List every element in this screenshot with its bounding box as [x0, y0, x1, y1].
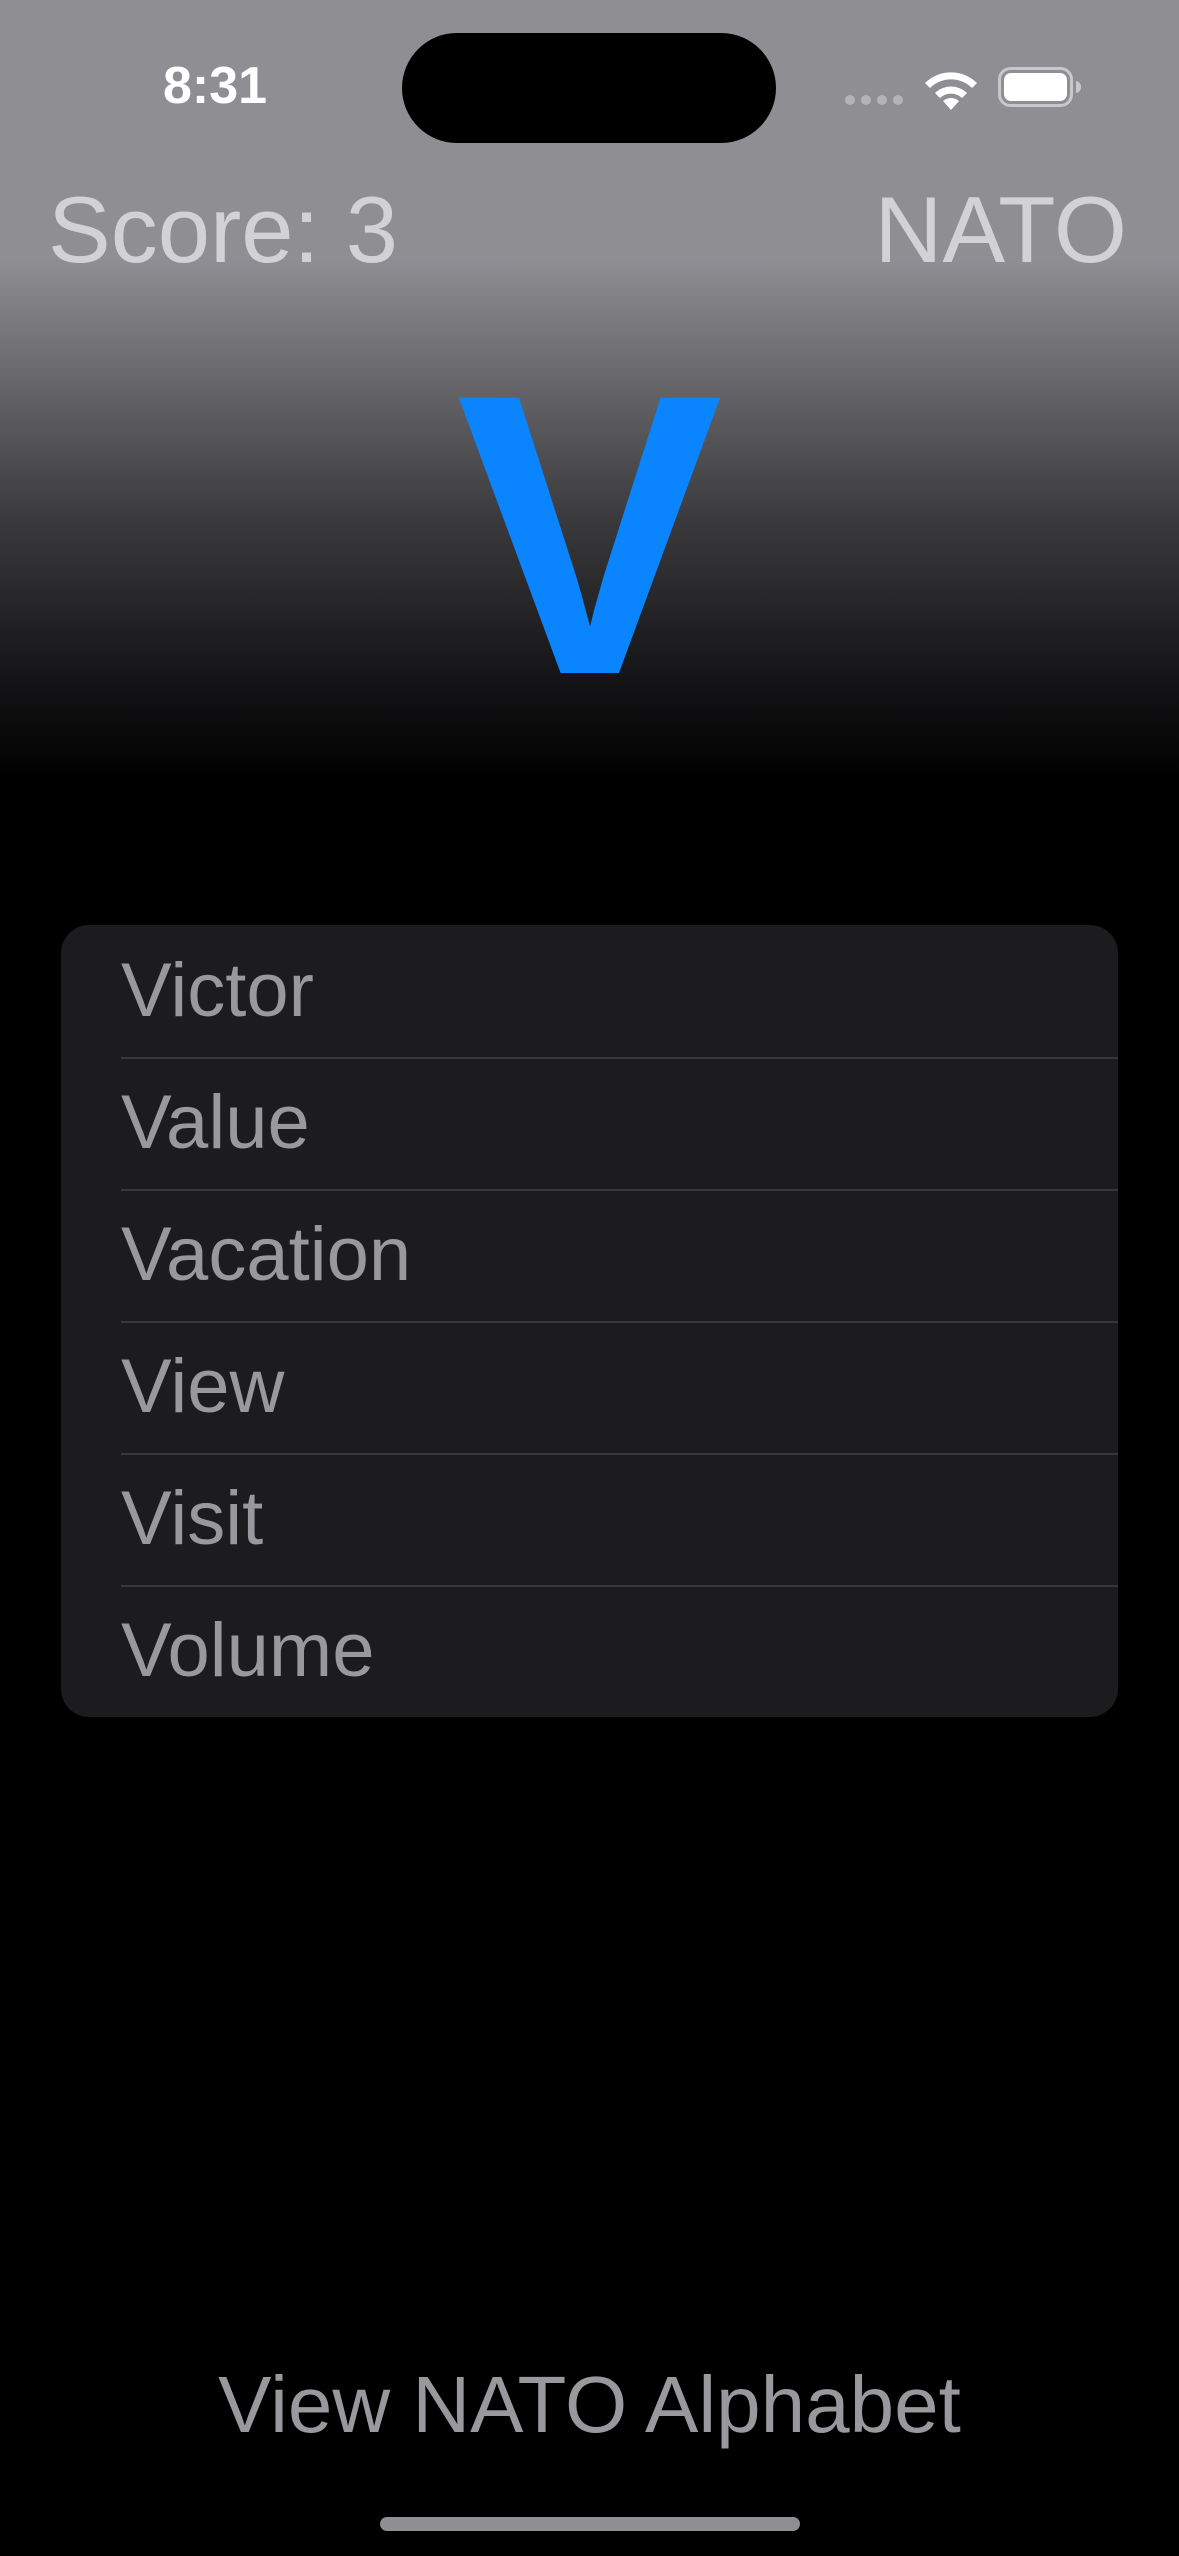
- answer-option[interactable]: View: [61, 1321, 1118, 1453]
- answer-option[interactable]: Victor: [61, 925, 1118, 1057]
- mode-title: NATO: [874, 177, 1127, 282]
- answer-option[interactable]: Value: [61, 1057, 1118, 1189]
- status-time: 8:31: [163, 57, 268, 115]
- answer-option[interactable]: Vacation: [61, 1189, 1118, 1321]
- answer-options-list: Victor Value Vacation View Visit Volume: [61, 925, 1118, 1717]
- cellular-signal-icon: [845, 95, 905, 107]
- answer-option[interactable]: Visit: [61, 1453, 1118, 1585]
- prompt-letter: V: [456, 311, 723, 758]
- score-label: Score: 3: [48, 177, 399, 282]
- quiz-screen: 8:31 Score: 3 NATO V Victor Value Vacati…: [0, 0, 1179, 2556]
- battery-icon: [998, 67, 1081, 107]
- answer-option[interactable]: Volume: [61, 1585, 1118, 1717]
- view-nato-alphabet-button[interactable]: View NATO Alphabet: [0, 2350, 1179, 2460]
- dynamic-island: [402, 33, 776, 143]
- home-indicator[interactable]: [380, 2517, 800, 2531]
- wifi-icon: [925, 72, 977, 110]
